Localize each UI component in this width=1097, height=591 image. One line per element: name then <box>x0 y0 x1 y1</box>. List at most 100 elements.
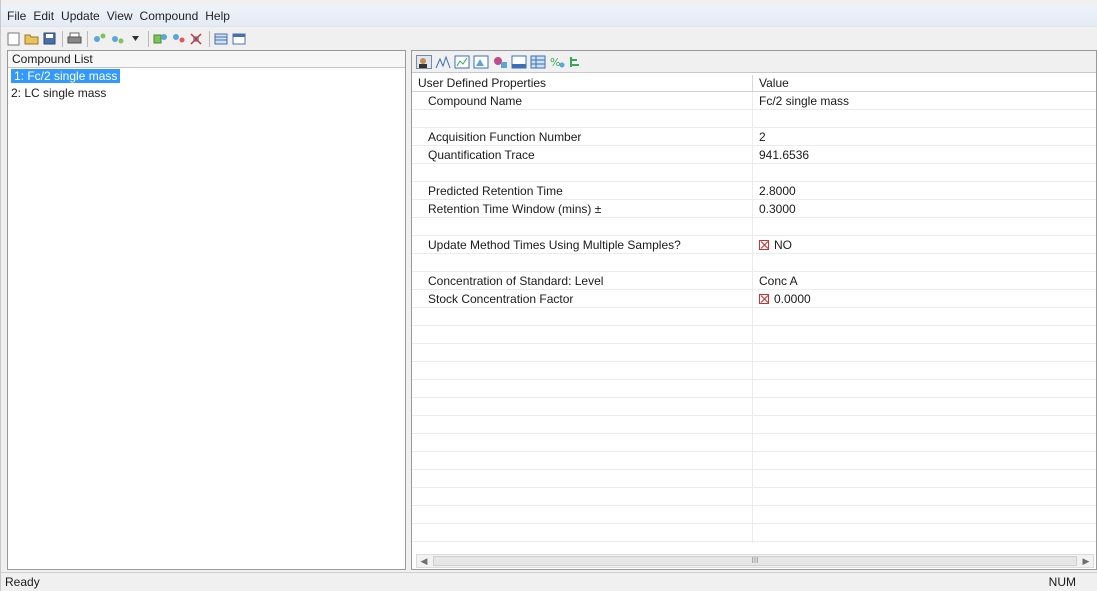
save-icon[interactable] <box>41 31 57 47</box>
property-label <box>412 434 753 451</box>
property-value[interactable] <box>753 362 1096 379</box>
property-label: Retention Time Window (mins) ± <box>412 200 753 217</box>
property-row[interactable]: Retention Time Window (mins) ± 0.3000 <box>412 200 1096 218</box>
menu-view[interactable]: View <box>107 9 133 23</box>
menu-edit[interactable]: Edit <box>33 9 54 23</box>
property-value[interactable]: 2 <box>753 128 1096 145</box>
property-value[interactable]: 941.6536 <box>753 146 1096 163</box>
compound-list-item[interactable]: 1: Fc/2 single mass <box>8 68 405 85</box>
property-value[interactable] <box>753 416 1096 433</box>
table-icon[interactable] <box>530 54 546 70</box>
dropdown-arrow-icon[interactable] <box>127 31 143 47</box>
property-value[interactable] <box>753 452 1096 469</box>
column-header-property[interactable]: User Defined Properties <box>412 75 753 91</box>
integration-icon[interactable] <box>473 54 489 70</box>
peak-icon[interactable] <box>435 54 451 70</box>
menu-file[interactable]: File <box>7 9 26 23</box>
property-value[interactable]: Conc A <box>753 272 1096 289</box>
property-value[interactable] <box>753 506 1096 523</box>
property-value[interactable]: 0.0000 <box>753 290 1096 307</box>
property-value[interactable] <box>753 110 1096 127</box>
compound-insert-icon[interactable] <box>109 31 125 47</box>
scroll-right-icon[interactable]: ▶ <box>1079 556 1093 567</box>
property-value[interactable] <box>753 326 1096 343</box>
property-row[interactable]: Compound Name Fc/2 single mass <box>412 92 1096 110</box>
property-value[interactable]: 0.3000 <box>753 200 1096 217</box>
open-icon[interactable] <box>23 31 39 47</box>
property-label <box>412 344 753 361</box>
property-row[interactable] <box>412 380 1096 398</box>
property-row[interactable] <box>412 398 1096 416</box>
property-value[interactable] <box>753 254 1096 271</box>
window-icon[interactable] <box>231 31 247 47</box>
property-value-text: 941.6536 <box>759 147 810 162</box>
property-row[interactable] <box>412 254 1096 272</box>
menu-help[interactable]: Help <box>205 9 230 23</box>
red-x-checkbox-icon[interactable] <box>759 239 769 250</box>
property-row[interactable]: Concentration of Standard: Level Conc A <box>412 272 1096 290</box>
property-value[interactable] <box>753 542 1096 543</box>
property-row[interactable] <box>412 542 1096 543</box>
property-value[interactable] <box>753 434 1096 451</box>
property-value-text: 2.8000 <box>759 183 796 198</box>
compound-add-icon[interactable] <box>91 31 107 47</box>
column-header-value[interactable]: Value <box>753 75 1096 91</box>
chart-icon[interactable] <box>454 54 470 70</box>
toolbar-separator <box>209 30 210 47</box>
property-row[interactable]: Stock Concentration Factor 0.0000 <box>412 290 1096 308</box>
window-icon[interactable] <box>511 54 527 70</box>
user-properties-icon[interactable] <box>416 54 432 70</box>
property-label: Stock Concentration Factor <box>412 290 753 307</box>
grid-view-icon[interactable] <box>213 31 229 47</box>
property-value[interactable] <box>753 488 1096 505</box>
property-label <box>412 398 753 415</box>
menu-update[interactable]: Update <box>61 9 100 23</box>
property-value[interactable] <box>753 380 1096 397</box>
property-row[interactable] <box>412 470 1096 488</box>
scroll-left-icon[interactable]: ◀ <box>417 556 431 567</box>
red-x-checkbox-icon[interactable] <box>759 293 769 304</box>
property-value[interactable] <box>753 470 1096 487</box>
property-row[interactable]: Quantification Trace 941.6536 <box>412 146 1096 164</box>
property-label <box>412 524 753 541</box>
property-value[interactable] <box>753 164 1096 181</box>
property-row[interactable] <box>412 218 1096 236</box>
percent-icon[interactable]: % <box>549 54 565 70</box>
property-row[interactable] <box>412 110 1096 128</box>
property-row[interactable] <box>412 416 1096 434</box>
compound-up-icon[interactable] <box>170 31 186 47</box>
compound-list-item[interactable]: 2: LC single mass <box>8 85 405 102</box>
property-value[interactable] <box>753 308 1096 325</box>
property-row[interactable] <box>412 524 1096 542</box>
property-value[interactable]: Fc/2 single mass <box>753 92 1096 109</box>
property-value-text: Fc/2 single mass <box>759 93 850 108</box>
property-row[interactable] <box>412 506 1096 524</box>
property-row[interactable]: Acquisition Function Number 2 <box>412 128 1096 146</box>
property-row[interactable] <box>412 362 1096 380</box>
print-icon[interactable] <box>66 31 82 47</box>
scroll-thumb[interactable]: III <box>433 556 1077 566</box>
property-value[interactable] <box>753 218 1096 235</box>
property-row[interactable] <box>412 488 1096 506</box>
property-value[interactable] <box>753 398 1096 415</box>
num-lock-indicator: NUM <box>1048 575 1076 589</box>
property-row[interactable]: Predicted Retention Time 2.8000 <box>412 182 1096 200</box>
property-row[interactable] <box>412 308 1096 326</box>
horizontal-scrollbar[interactable]: ◀ III ▶ <box>416 554 1094 568</box>
property-row[interactable] <box>412 164 1096 182</box>
calibration-icon[interactable] <box>492 54 508 70</box>
property-row[interactable] <box>412 452 1096 470</box>
new-icon[interactable] <box>5 31 21 47</box>
compound-delete-icon[interactable] <box>188 31 204 47</box>
copy-icon[interactable] <box>152 31 168 47</box>
property-value[interactable]: 2.8000 <box>753 182 1096 199</box>
property-row[interactable]: Update Method Times Using Multiple Sampl… <box>412 236 1096 254</box>
property-value[interactable]: NO <box>753 236 1096 253</box>
property-row[interactable] <box>412 344 1096 362</box>
property-value[interactable] <box>753 524 1096 541</box>
property-row[interactable] <box>412 434 1096 452</box>
menu-compound[interactable]: Compound <box>140 9 199 23</box>
tree-icon[interactable] <box>568 54 584 70</box>
property-row[interactable] <box>412 326 1096 344</box>
property-value[interactable] <box>753 344 1096 361</box>
